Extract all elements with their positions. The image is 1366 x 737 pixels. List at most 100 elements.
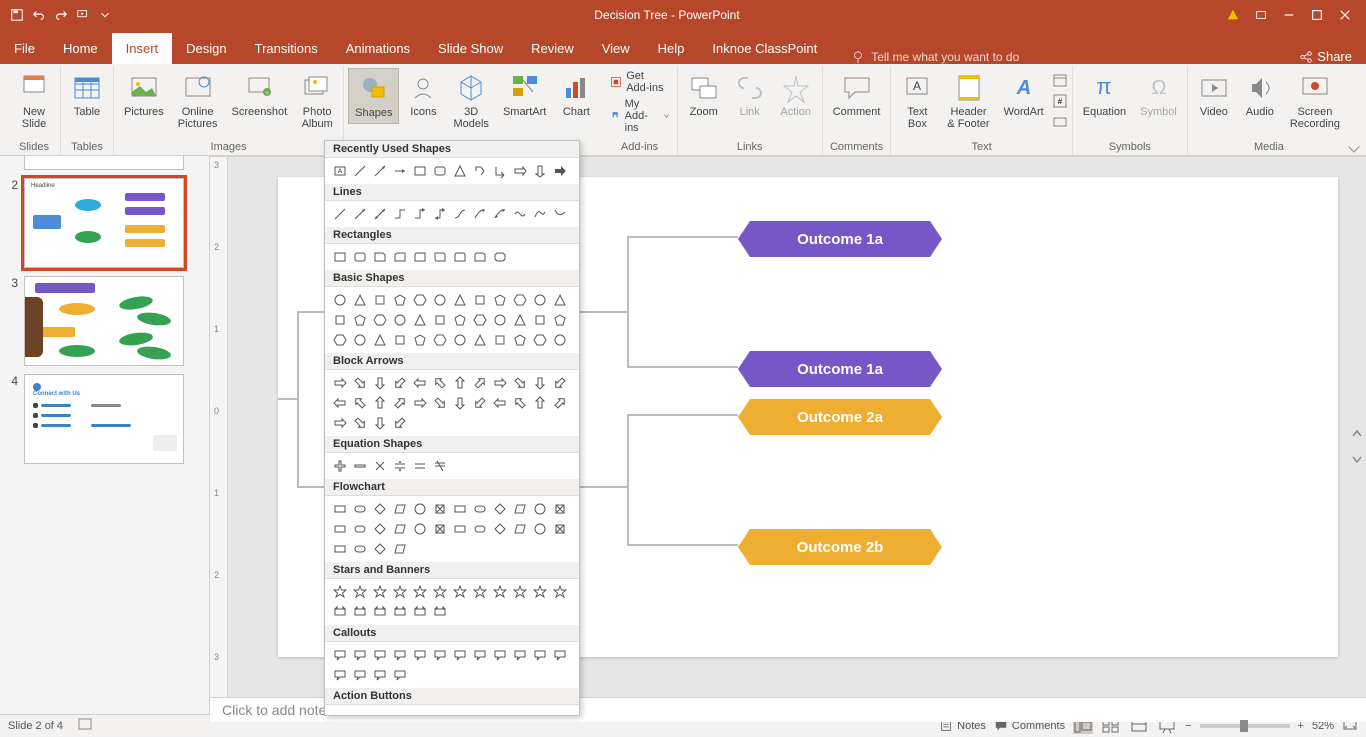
shape-option[interactable] — [411, 583, 429, 601]
shape-option[interactable] — [451, 374, 469, 392]
shape-option[interactable] — [511, 500, 529, 518]
header-footer-button[interactable]: Header & Footer — [941, 68, 995, 134]
shape-option[interactable] — [351, 331, 369, 349]
shape-option[interactable] — [331, 520, 349, 538]
tell-me-search[interactable]: Tell me what you want to do — [851, 50, 1019, 64]
shape-option[interactable] — [531, 394, 549, 412]
shape-option[interactable] — [411, 205, 429, 223]
audio-button[interactable]: Audio — [1238, 68, 1282, 122]
shape-option[interactable] — [431, 162, 449, 180]
shape-option[interactable] — [351, 311, 369, 329]
shape-option[interactable] — [391, 500, 409, 518]
shape-option[interactable] — [411, 291, 429, 309]
shape-option[interactable] — [471, 291, 489, 309]
comment-button[interactable]: Comment — [827, 68, 887, 122]
shape-option[interactable] — [471, 520, 489, 538]
shape-option[interactable] — [491, 248, 509, 266]
shape-option[interactable] — [331, 666, 349, 684]
shape-option[interactable] — [411, 311, 429, 329]
shape-option[interactable] — [371, 331, 389, 349]
tab-home[interactable]: Home — [49, 33, 112, 64]
shape-option[interactable] — [331, 414, 349, 432]
shape-option[interactable] — [331, 583, 349, 601]
date-time-icon[interactable] — [1052, 72, 1068, 91]
shape-option[interactable] — [411, 500, 429, 518]
shape-option[interactable] — [551, 520, 569, 538]
shape-option[interactable] — [431, 603, 449, 621]
shape-option[interactable] — [351, 540, 369, 558]
shape-option[interactable] — [371, 583, 389, 601]
shape-option[interactable]: A — [331, 162, 349, 180]
shape-option[interactable] — [371, 205, 389, 223]
shape-option[interactable] — [531, 162, 549, 180]
shape-option[interactable] — [391, 248, 409, 266]
shape-option[interactable] — [511, 162, 529, 180]
shape-option[interactable] — [351, 205, 369, 223]
shape-option[interactable] — [471, 162, 489, 180]
zoom-button[interactable]: Zoom — [682, 68, 726, 122]
shape-option[interactable] — [411, 162, 429, 180]
shape-option[interactable] — [491, 500, 509, 518]
tab-help[interactable]: Help — [644, 33, 699, 64]
shape-option[interactable] — [511, 583, 529, 601]
shape-option[interactable] — [351, 291, 369, 309]
spell-check-icon[interactable] — [77, 716, 93, 735]
shape-option[interactable] — [351, 583, 369, 601]
tab-review[interactable]: Review — [517, 33, 588, 64]
shapes-dropdown[interactable]: Recently Used Shapes A Lines Rectangles … — [324, 140, 580, 716]
shape-option[interactable] — [411, 457, 429, 475]
shape-option[interactable] — [431, 311, 449, 329]
shape-option[interactable] — [351, 162, 369, 180]
shape-option[interactable] — [471, 583, 489, 601]
thumbnail-slide-3[interactable]: 3 — [0, 272, 209, 370]
equation-button[interactable]: πEquation — [1077, 68, 1132, 122]
shape-option[interactable] — [471, 205, 489, 223]
shape-option[interactable] — [491, 311, 509, 329]
video-button[interactable]: Video — [1192, 68, 1236, 122]
shape-option[interactable] — [431, 583, 449, 601]
shape-option[interactable] — [411, 331, 429, 349]
shape-option[interactable] — [431, 646, 449, 664]
shape-option[interactable] — [351, 500, 369, 518]
shape-option[interactable] — [451, 248, 469, 266]
shape-option[interactable] — [531, 374, 549, 392]
shape-option[interactable] — [431, 331, 449, 349]
shape-option[interactable] — [491, 394, 509, 412]
shape-option[interactable] — [371, 291, 389, 309]
shape-option[interactable] — [451, 331, 469, 349]
shape-option[interactable] — [531, 205, 549, 223]
shape-option[interactable] — [551, 311, 569, 329]
shape-option[interactable] — [511, 646, 529, 664]
shape-option[interactable] — [391, 583, 409, 601]
shape-option[interactable] — [351, 520, 369, 538]
shape-option[interactable] — [451, 583, 469, 601]
shape-option[interactable] — [551, 374, 569, 392]
shape-option[interactable] — [491, 291, 509, 309]
shape-option[interactable] — [391, 162, 409, 180]
shape-option[interactable] — [391, 311, 409, 329]
shape-option[interactable] — [331, 394, 349, 412]
photo-album-button[interactable]: Photo Album — [295, 68, 339, 134]
shape-option[interactable] — [331, 205, 349, 223]
shape-option[interactable] — [391, 414, 409, 432]
shape-option[interactable] — [351, 666, 369, 684]
collapse-ribbon-icon[interactable] — [1348, 141, 1359, 152]
shape-option[interactable] — [391, 205, 409, 223]
outcome-2b-shape[interactable]: Outcome 2b — [750, 529, 930, 565]
shape-option[interactable] — [391, 291, 409, 309]
tab-slideshow[interactable]: Slide Show — [424, 33, 517, 64]
maximize-icon[interactable] — [1310, 8, 1324, 22]
shape-option[interactable] — [411, 374, 429, 392]
tab-transitions[interactable]: Transitions — [241, 33, 332, 64]
icons-button[interactable]: Icons — [401, 68, 445, 122]
shape-option[interactable] — [411, 646, 429, 664]
shape-option[interactable] — [531, 331, 549, 349]
shape-option[interactable] — [331, 291, 349, 309]
shape-option[interactable] — [531, 500, 549, 518]
shape-option[interactable] — [351, 374, 369, 392]
shape-option[interactable] — [511, 311, 529, 329]
action-button[interactable]: Action — [774, 68, 818, 122]
table-button[interactable]: Table — [65, 68, 109, 122]
new-slide-button[interactable]: New Slide — [12, 68, 56, 134]
shape-option[interactable] — [471, 331, 489, 349]
